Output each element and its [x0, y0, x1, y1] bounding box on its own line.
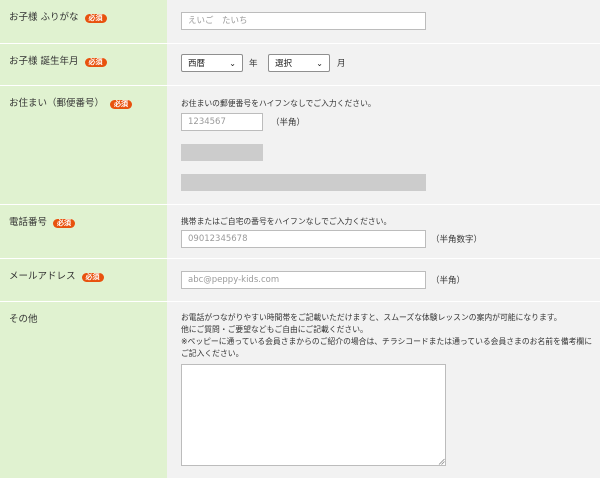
chevron-down-icon: ⌄: [316, 58, 323, 68]
chevron-down-icon: ⌄: [229, 58, 236, 68]
other-note-1: お電話がつながりやすい時間帯をご記載いただけますと、スムーズな体験レッスンの案内…: [181, 313, 562, 322]
month-unit: 月: [337, 59, 346, 69]
other-textarea[interactable]: [181, 364, 446, 466]
value-cell: 携帯またはご自宅の番号をハイフンなしでご入力ください。 （半角数字）: [167, 204, 600, 258]
required-badge: 必須: [53, 219, 76, 228]
email-unit: （半角）: [431, 276, 466, 286]
required-badge: 必須: [81, 273, 104, 282]
phone-unit: （半角数字）: [431, 235, 483, 245]
email-input[interactable]: [181, 271, 426, 289]
trial-lesson-form: お子様 ふりがな 必須 お子様 誕生年月 必須 西暦 ⌄ 年 選択 ⌄ 月: [0, 0, 600, 478]
phone-input[interactable]: [181, 230, 426, 248]
phone-instruction: 携帯またはご自宅の番号をハイフンなしでご入力ください。: [181, 217, 392, 226]
value-cell: お住まいの郵便番号をハイフンなしでご入力ください。 （半角）: [167, 85, 600, 204]
value-cell: お電話がつながりやすい時間帯をご記載いただけますと、スムーズな体験レッスンの案内…: [167, 301, 600, 478]
row-phone: 電話番号 必須 携帯またはご自宅の番号をハイフンなしでご入力ください。 （半角数…: [0, 204, 600, 258]
child-kana-input[interactable]: [181, 12, 426, 30]
row-child-kana: お子様 ふりがな 必須: [0, 0, 600, 43]
required-badge: 必須: [84, 14, 107, 23]
birth-year-selected: 西暦: [188, 59, 206, 69]
required-badge: 必須: [84, 58, 107, 67]
postal-code-input[interactable]: [181, 113, 263, 131]
label-cell: お子様 ふりがな 必須: [0, 0, 167, 43]
label-cell: メールアドレス 必須: [0, 258, 167, 301]
row-other: その他 お電話がつながりやすい時間帯をご記載いただけますと、スムーズな体験レッス…: [0, 301, 600, 478]
other-label: その他: [9, 314, 38, 325]
other-note-3: ※ペッピーに通っている会員さまからのご紹介の場合は、チラシコードまたは通っている…: [181, 337, 593, 346]
address-field-placeholder-long: [181, 174, 426, 191]
value-cell: [167, 0, 600, 43]
birth-month-selected: 選択: [275, 59, 293, 69]
resize-grip-icon[interactable]: [438, 458, 445, 465]
label-cell: 電話番号 必須: [0, 204, 167, 258]
row-email: メールアドレス 必須 （半角）: [0, 258, 600, 301]
row-address: お住まい（郵便番号） 必須 お住まいの郵便番号をハイフンなしでご入力ください。 …: [0, 85, 600, 204]
other-note-4: ご記入ください。: [181, 349, 244, 358]
value-cell: （半角）: [167, 258, 600, 301]
other-note-2: 他にご質問・ご要望などもご自由にご記載ください。: [181, 325, 368, 334]
child-birth-label: お子様 誕生年月: [9, 56, 79, 67]
label-cell: その他: [0, 301, 167, 478]
birth-month-select[interactable]: 選択 ⌄: [268, 54, 330, 72]
birth-year-select[interactable]: 西暦 ⌄: [181, 54, 243, 72]
address-field-placeholder-short: [181, 144, 263, 161]
year-unit: 年: [249, 59, 258, 69]
label-cell: お住まい（郵便番号） 必須: [0, 85, 167, 204]
email-label: メールアドレス: [9, 271, 76, 282]
row-child-birth: お子様 誕生年月 必須 西暦 ⌄ 年 選択 ⌄ 月: [0, 43, 600, 85]
label-cell: お子様 誕生年月 必須: [0, 43, 167, 85]
postal-instruction: お住まいの郵便番号をハイフンなしでご入力ください。: [181, 99, 376, 108]
child-kana-label: お子様 ふりがな: [9, 12, 79, 23]
postal-unit: （半角）: [271, 118, 306, 128]
required-badge: 必須: [110, 100, 133, 109]
phone-label: 電話番号: [9, 217, 48, 228]
value-cell: 西暦 ⌄ 年 選択 ⌄ 月: [167, 43, 600, 85]
address-label: お住まい（郵便番号）: [9, 98, 105, 109]
